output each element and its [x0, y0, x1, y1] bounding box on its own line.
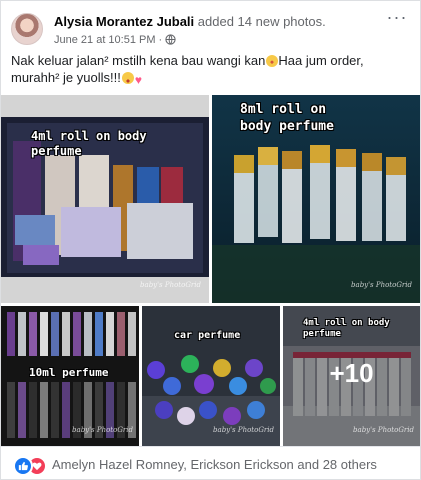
heart-eyes-face-icon [121, 72, 134, 84]
post-meta: June 21 at 10:51 PM · [54, 33, 176, 49]
photo-5-caption: 4ml roll on body perfume [303, 318, 390, 339]
photo-3-watermark: baby's PhotoGrid [72, 426, 133, 434]
photo-4-caption: car perfume [174, 330, 241, 341]
photo-5-watermark: baby's PhotoGrid [353, 426, 414, 434]
divider [1, 446, 420, 447]
photo-3[interactable]: 10ml perfume baby's PhotoGrid [1, 306, 139, 446]
photo-2[interactable]: 8ml roll on body perfume baby's PhotoGri… [212, 95, 420, 303]
more-photos-count[interactable]: +10 [283, 358, 420, 388]
reactions-summary[interactable]: Amelyn Hazel Romney, Erickson Erickson a… [52, 457, 377, 473]
photo-1-watermark: baby's PhotoGrid [140, 281, 201, 289]
photo-4[interactable]: car perfume baby's PhotoGrid [142, 306, 280, 446]
photo-1-caption: 4ml roll on body perfume [31, 129, 147, 158]
post-text: Nak keluar jalan² mstilh kena bau wangi … [11, 52, 411, 86]
reactions-bar: Amelyn Hazel Romney, Erickson Erickson a… [1, 446, 420, 480]
post-title: Alysia Morantez Jubali added 14 new phot… [54, 14, 326, 30]
post-text-part-1: Nak keluar jalan² mstilh kena bau wangi … [11, 53, 266, 68]
more-options-button[interactable]: ··· [383, 8, 411, 31]
photo-2-caption: 8ml roll on body perfume [240, 102, 334, 134]
like-icon[interactable] [13, 456, 33, 476]
post-text-line-2: murahh² je yuolls!!! ♥ [11, 69, 411, 86]
meta-separator: · [158, 34, 163, 46]
photo-5[interactable]: 4ml roll on body perfume +10 baby's Phot… [283, 306, 420, 446]
photo-grid: 4ml roll on body perfume baby's PhotoGri… [1, 95, 420, 446]
avatar[interactable] [11, 13, 43, 45]
photo-3-caption: 10ml perfume [29, 366, 109, 379]
photo-2-watermark: baby's PhotoGrid [351, 281, 412, 289]
author-name[interactable]: Alysia Morantez Jubali [54, 14, 194, 29]
heart-emoji-icon: ♥ [134, 73, 142, 87]
post-text-part-2: Haa jum order, [278, 53, 364, 68]
photo-1-image [1, 95, 209, 303]
post-action: added 14 new photos. [197, 14, 326, 29]
post-text-line-1: Nak keluar jalan² mstilh kena bau wangi … [11, 52, 411, 69]
photo-4-image [142, 306, 280, 446]
flushed-face-icon [266, 55, 279, 67]
post-header: Alysia Morantez Jubali added 14 new phot… [11, 8, 411, 49]
post-text-part-3: murahh² je yuolls!!! [11, 70, 121, 85]
photo-1[interactable]: 4ml roll on body perfume baby's PhotoGri… [1, 95, 209, 303]
post-timestamp[interactable]: June 21 at 10:51 PM [54, 34, 156, 46]
globe-icon[interactable] [165, 34, 176, 49]
post-card: Alysia Morantez Jubali added 14 new phot… [0, 0, 421, 480]
photo-4-watermark: baby's PhotoGrid [213, 426, 274, 434]
